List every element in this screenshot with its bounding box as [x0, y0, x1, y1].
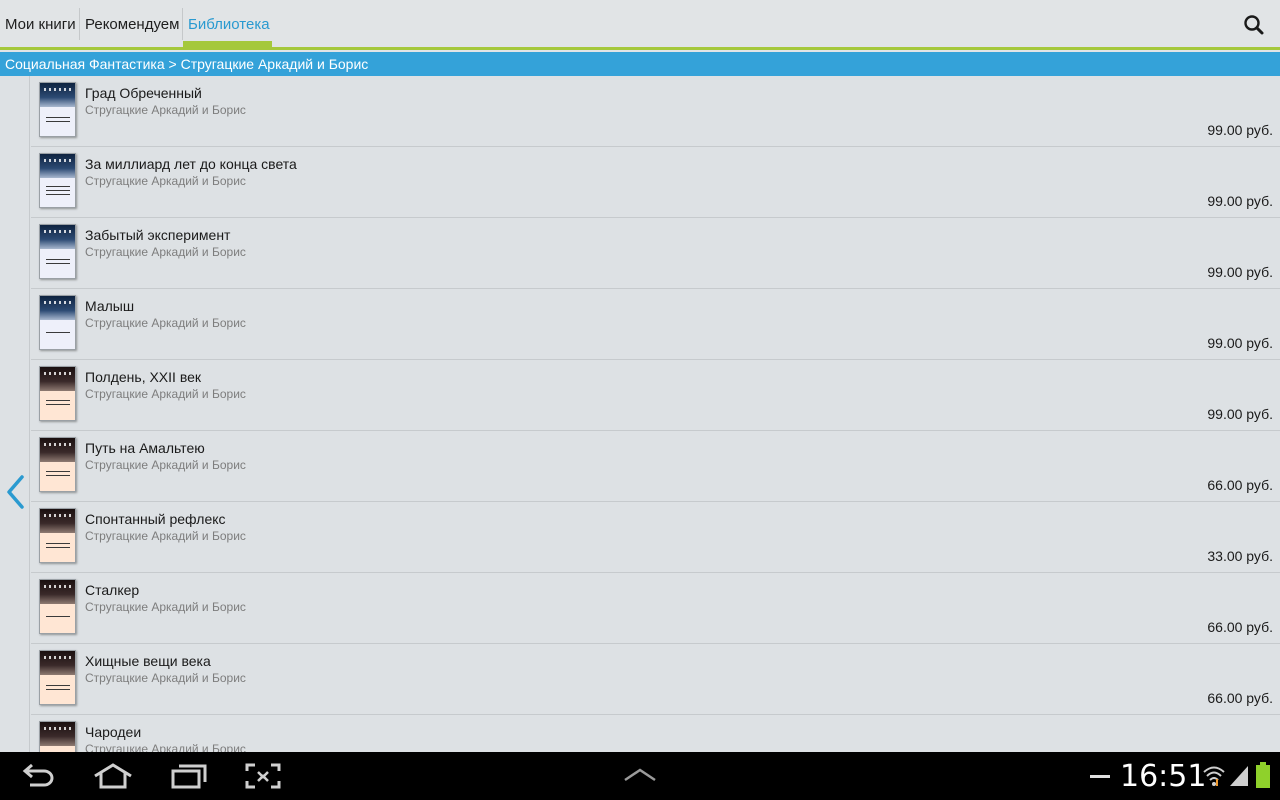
book-price: 99.00 руб. — [1207, 335, 1273, 351]
book-price: 66.00 руб. — [1207, 690, 1273, 706]
book-title: За миллиард лет до конца света — [85, 156, 297, 172]
book-row[interactable]: Малыш Стругацкие Аркадий и Борис 99.00 р… — [31, 289, 1280, 360]
book-row[interactable]: За миллиард лет до конца света Стругацки… — [31, 147, 1280, 218]
book-row[interactable]: Хищные вещи века Стругацкие Аркадий и Бо… — [31, 644, 1280, 715]
book-author: Стругацкие Аркадий и Борис — [85, 671, 246, 685]
book-author: Стругацкие Аркадий и Борис — [85, 245, 246, 259]
book-author: Стругацкие Аркадий и Борис — [85, 316, 246, 330]
book-list: Град Обреченный Стругацкие Аркадий и Бор… — [31, 76, 1280, 752]
book-cover — [39, 721, 76, 752]
book-price: 99.00 руб. — [1207, 264, 1273, 280]
book-row[interactable]: Забытый эксперимент Стругацкие Аркадий и… — [31, 218, 1280, 289]
book-title: Сталкер — [85, 582, 140, 598]
book-row[interactable]: Сталкер Стругацкие Аркадий и Борис 66.00… — [31, 573, 1280, 644]
book-cover — [39, 437, 76, 492]
notification-dash-icon[interactable] — [1090, 775, 1110, 779]
book-price: 33.00 руб. — [1207, 548, 1273, 564]
book-cover — [39, 508, 76, 563]
tab-bar-underline — [0, 47, 1280, 50]
book-author: Стругацкие Аркадий и Борис — [85, 458, 246, 472]
search-icon — [1244, 15, 1264, 35]
book-cover — [39, 295, 76, 350]
book-author: Стругацкие Аркадий и Борис — [85, 742, 246, 752]
top-tab-bar: Мои книги Рекомендуем Библиотека — [0, 0, 1280, 52]
book-row[interactable]: Путь на Амальтею Стругацкие Аркадий и Бо… — [31, 431, 1280, 502]
signal-icon — [1230, 766, 1248, 786]
book-row[interactable]: Полдень, XXII век Стругацкие Аркадий и Б… — [31, 360, 1280, 431]
book-title: Малыш — [85, 298, 135, 314]
book-title: Град Обреченный — [85, 85, 202, 101]
book-author: Стругацкие Аркадий и Борис — [85, 174, 246, 188]
book-cover — [39, 579, 76, 634]
book-cover — [39, 366, 76, 421]
book-cover — [39, 650, 76, 705]
book-title: Чародеи — [85, 724, 142, 740]
left-rail — [0, 76, 30, 752]
book-cover — [39, 224, 76, 279]
book-title: Забытый эксперимент — [85, 227, 231, 243]
tab-my-books[interactable]: Мои книги — [0, 0, 81, 48]
book-title: Хищные вещи века — [85, 653, 211, 669]
chevron-up-icon[interactable] — [622, 767, 658, 783]
book-price: 66.00 руб. — [1207, 619, 1273, 635]
book-author: Стругацкие Аркадий и Борис — [85, 600, 246, 614]
book-row[interactable]: Град Обреченный Стругацкие Аркадий и Бор… — [31, 76, 1280, 147]
book-cover — [39, 82, 76, 137]
book-author: Стругацкие Аркадий и Борис — [85, 387, 246, 401]
book-row[interactable]: Спонтанный рефлекс Стругацкие Аркадий и … — [31, 502, 1280, 573]
book-title: Полдень, XXII век — [85, 369, 202, 385]
recent-apps-icon[interactable] — [170, 763, 208, 789]
back-chevron-button[interactable] — [4, 474, 26, 510]
book-title: Путь на Амальтею — [85, 440, 205, 456]
book-price: 99.00 руб. — [1207, 406, 1273, 422]
book-row[interactable]: Чародеи Стругацкие Аркадий и Борис — [31, 715, 1280, 752]
book-author: Стругацкие Аркадий и Борис — [85, 103, 246, 117]
system-nav-bar: 16:51 — [0, 752, 1280, 800]
tab-recommended[interactable]: Рекомендуем — [80, 0, 184, 48]
chevron-left-icon — [7, 475, 24, 509]
back-icon[interactable] — [20, 763, 58, 789]
book-price: 99.00 руб. — [1207, 193, 1273, 209]
screenshot-icon[interactable] — [245, 763, 281, 789]
clock: 16:51 — [1120, 759, 1207, 794]
wifi-icon — [1203, 766, 1225, 786]
search-button[interactable] — [1240, 12, 1270, 38]
breadcrumb: Социальная Фантастика > Стругацкие Аркад… — [0, 52, 1280, 76]
book-price: 99.00 руб. — [1207, 122, 1273, 138]
book-cover — [39, 153, 76, 208]
home-icon[interactable] — [92, 763, 134, 789]
book-title: Спонтанный рефлекс — [85, 511, 226, 527]
battery-icon — [1256, 762, 1270, 788]
book-price: 66.00 руб. — [1207, 477, 1273, 493]
book-author: Стругацкие Аркадий и Борис — [85, 529, 246, 543]
